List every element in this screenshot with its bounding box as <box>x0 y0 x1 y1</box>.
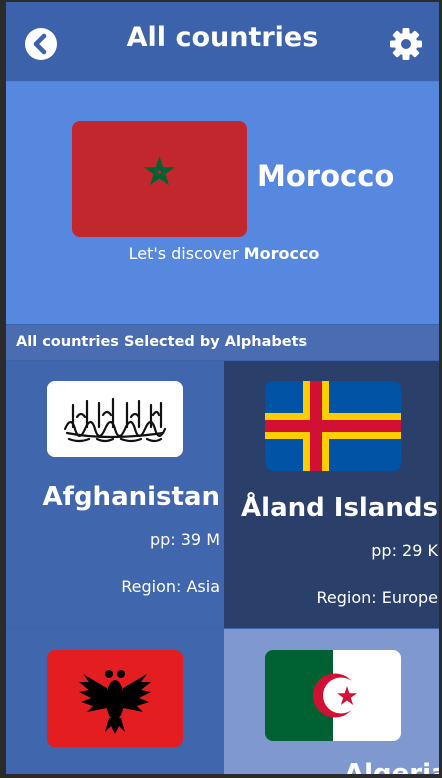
settings-button[interactable] <box>389 27 423 61</box>
country-population: pp: 39 M <box>149 530 220 549</box>
app-window: All countries Morocco Let's discover Mor… <box>6 2 439 774</box>
country-name: Åland Islands <box>241 493 438 523</box>
subtitle-country: Morocco <box>243 244 320 263</box>
top-bar: All countries <box>6 2 439 82</box>
featured-flag-morocco[interactable] <box>72 121 247 237</box>
country-name: Afghanistan <box>42 482 220 512</box>
aland-islands-flag-icon <box>265 381 401 471</box>
featured-country-name: Morocco <box>257 159 395 193</box>
algeria-flag-icon <box>265 650 401 741</box>
page-title: All countries <box>126 22 319 53</box>
section-header: All countries Selected by Alphabets <box>6 325 439 360</box>
afghanistan-flag-icon <box>47 381 183 457</box>
country-card-aland-islands[interactable]: Åland Islands pp: 29 K Region: Europe <box>224 361 439 628</box>
country-name: Algeria <box>344 759 439 774</box>
featured-country-panel: Morocco Let's discover Morocco <box>6 82 439 324</box>
country-card-afghanistan[interactable]: Afghanistan pp: 39 M Region: Asia <box>6 361 224 628</box>
section-label: All countries Selected by Alphabets <box>16 334 308 350</box>
albania-flag-icon <box>47 650 183 747</box>
featured-subtitle: Let's discover Morocco <box>6 244 439 263</box>
country-card-albania[interactable] <box>6 629 224 774</box>
country-population: pp: 29 K <box>371 541 438 560</box>
country-region: Region: Asia <box>121 577 220 596</box>
country-card-algeria[interactable]: Algeria <box>224 629 439 774</box>
country-region: Region: Europe <box>316 588 438 607</box>
gear-icon <box>390 28 422 60</box>
morocco-flag-icon <box>72 121 247 237</box>
subtitle-prefix: Let's discover <box>128 244 244 263</box>
